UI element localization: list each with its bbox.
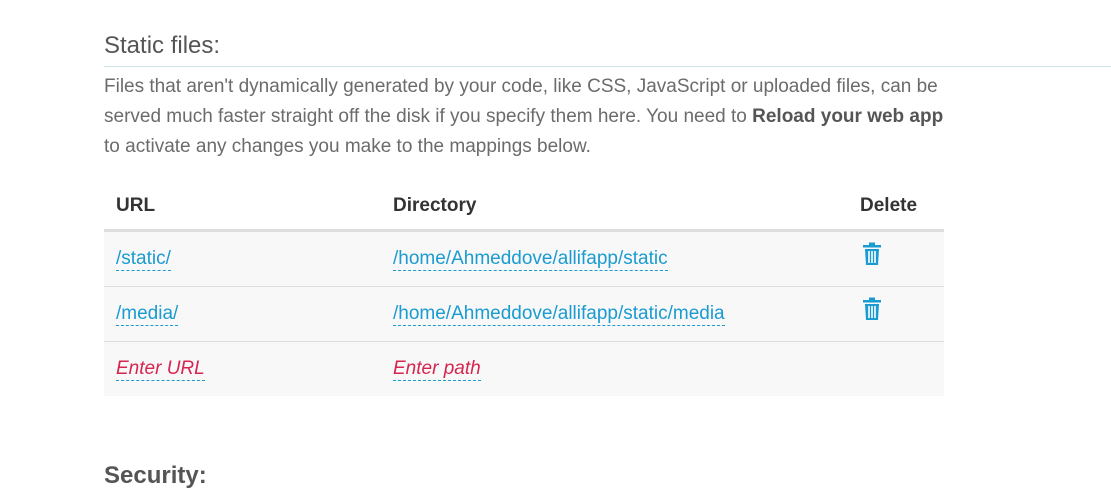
- static-files-description: Files that aren't dynamically generated …: [104, 72, 954, 162]
- description-text-end: to activate any changes you make to the …: [104, 136, 591, 157]
- enter-path-input[interactable]: Enter path: [393, 358, 481, 381]
- trash-icon[interactable]: [862, 297, 882, 327]
- delete-cell: [848, 230, 944, 287]
- delete-cell: [848, 286, 944, 342]
- url-cell: /static/: [104, 230, 381, 287]
- trash-icon[interactable]: [862, 242, 882, 272]
- directory-editable[interactable]: /home/Ahmeddove/allifapp/static: [393, 248, 668, 271]
- enter-url-input[interactable]: Enter URL: [116, 358, 205, 381]
- static-files-table: URL Directory Delete /static/ /home/Ahme…: [104, 183, 944, 396]
- table-row: /static/ /home/Ahmeddove/allifapp/static: [104, 230, 944, 287]
- new-url-cell: Enter URL: [104, 341, 381, 396]
- reload-web-app-emphasis: Reload your web app: [752, 106, 944, 127]
- security-section-title: Security:: [104, 462, 207, 489]
- section-title: Static files:: [104, 32, 221, 59]
- url-editable[interactable]: /static/: [116, 248, 171, 271]
- directory-column-header: Directory: [381, 183, 848, 232]
- static-files-header: Static files:: [104, 30, 1111, 67]
- new-mapping-row: Enter URL Enter path: [104, 341, 944, 396]
- new-delete-cell: [848, 341, 944, 396]
- directory-cell: /home/Ahmeddove/allifapp/static: [381, 230, 848, 287]
- url-column-header: URL: [104, 183, 381, 232]
- url-cell: /media/: [104, 286, 381, 342]
- directory-editable[interactable]: /home/Ahmeddove/allifapp/static/media: [393, 303, 725, 326]
- new-path-cell: Enter path: [381, 341, 848, 396]
- table-row: /media/ /home/Ahmeddove/allifapp/static/…: [104, 286, 944, 342]
- directory-cell: /home/Ahmeddove/allifapp/static/media: [381, 286, 848, 342]
- url-editable[interactable]: /media/: [116, 303, 179, 326]
- table-header-row: URL Directory Delete: [104, 183, 944, 232]
- delete-column-header: Delete: [848, 183, 944, 232]
